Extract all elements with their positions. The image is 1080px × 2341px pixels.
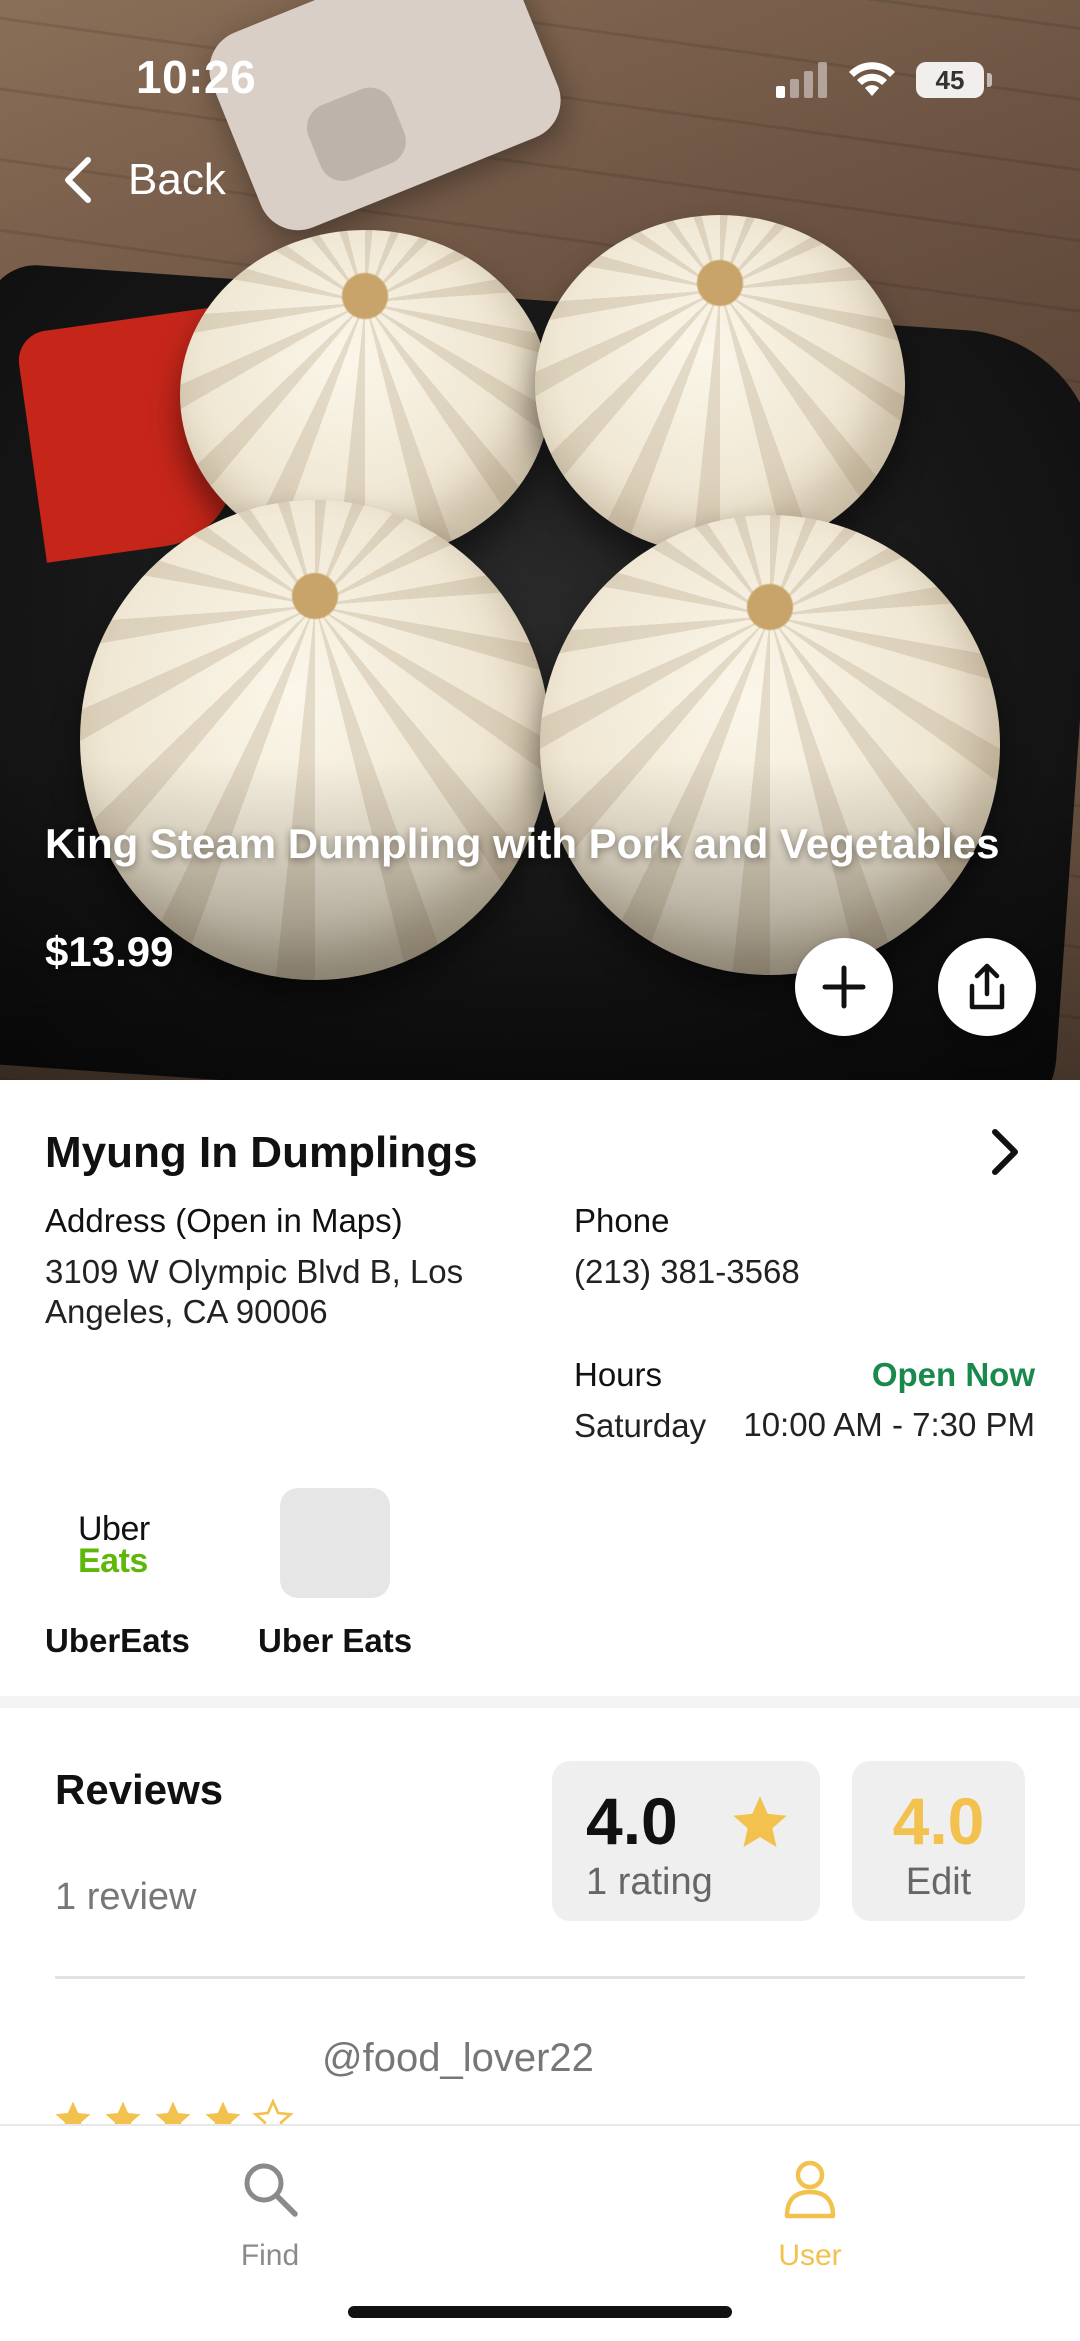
average-rating-card: 4.0 1 rating	[552, 1761, 820, 1921]
photo-gradient-overlay	[0, 760, 1080, 1080]
search-icon	[244, 2163, 298, 2217]
wifi-icon	[849, 62, 895, 96]
tab-find[interactable]: Find	[170, 2146, 370, 2276]
tab-user[interactable]: User	[710, 2146, 910, 2276]
open-status: Open Now	[871, 1356, 1035, 1393]
hours-time: 10:00 AM - 7:30 PM	[743, 1406, 1035, 1443]
delivery-service-label[interactable]: UberEats	[45, 1622, 190, 1660]
tab-label: Find	[240, 2239, 300, 2272]
review-count: 1 review	[55, 1876, 197, 1918]
average-rating: 4.0	[586, 1784, 678, 1858]
status-time: 10:26	[136, 51, 257, 103]
chevron-right-icon[interactable]	[985, 1122, 1025, 1182]
my-rating: 4.0	[892, 1784, 985, 1858]
rating-count: 1 rating	[586, 1861, 713, 1903]
back-label: Back	[128, 155, 226, 204]
photo-dumpling	[535, 215, 905, 555]
plus-icon	[822, 965, 866, 1009]
section-divider	[0, 1696, 1080, 1708]
dish-price: $13.99	[45, 928, 174, 975]
phone-value[interactable]: (213) 381-3568	[574, 1252, 800, 1292]
user-icon	[784, 2160, 836, 2219]
star-icon	[733, 1796, 787, 1847]
tab-label: User	[778, 2239, 842, 2272]
reviews-title: Reviews	[55, 1766, 224, 1813]
delivery-service-label[interactable]: Uber Eats	[258, 1622, 412, 1660]
share-icon	[969, 963, 1005, 1010]
status-bar: 10:26 45	[0, 0, 1080, 150]
restaurant-name[interactable]: Myung In Dumplings	[45, 1128, 478, 1178]
review-username[interactable]: @food_lover22	[322, 2036, 594, 2081]
address-value: 3109 W Olympic Blvd B, Los Angeles, CA 9…	[45, 1253, 464, 1330]
review-divider	[55, 1976, 1025, 1979]
dish-title: King Steam Dumpling with Pork and Vegeta…	[45, 820, 1000, 867]
back-button[interactable]: Back	[60, 150, 226, 210]
battery-icon: 45	[916, 62, 992, 98]
ubereats-logo-text: Eats	[78, 1542, 148, 1580]
edit-rating-button[interactable]: 4.0 Edit	[852, 1761, 1025, 1921]
edit-label: Edit	[905, 1861, 972, 1903]
ubereats-logo-button[interactable]: Uber Eats	[62, 1488, 172, 1598]
share-button[interactable]	[938, 938, 1036, 1036]
cellular-signal-icon	[776, 62, 828, 98]
address-label-link[interactable]: Address (Open in Maps)	[45, 1202, 403, 1240]
chevron-left-icon	[65, 157, 91, 203]
hours-label: Hours	[574, 1356, 663, 1393]
hours-day: Saturday	[574, 1407, 707, 1444]
add-button[interactable]	[795, 938, 893, 1036]
uber-eats-placeholder-button[interactable]	[280, 1488, 390, 1598]
home-indicator	[348, 2306, 732, 2318]
phone-label: Phone	[574, 1202, 670, 1239]
